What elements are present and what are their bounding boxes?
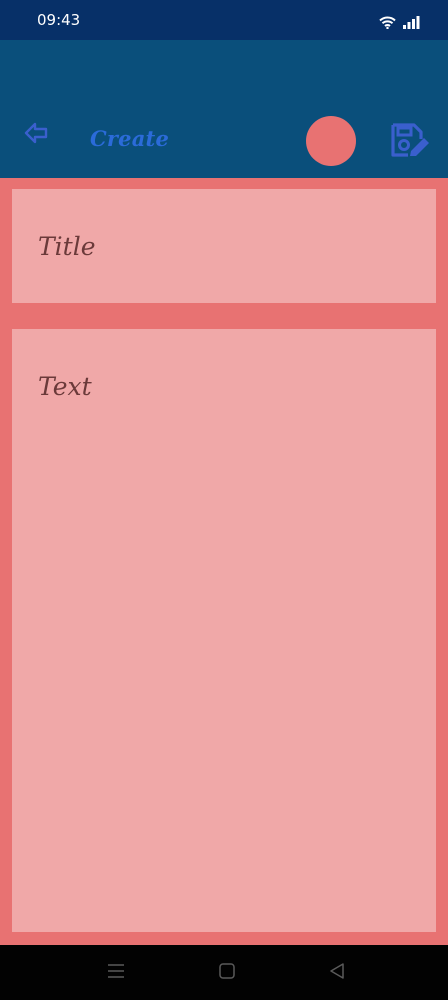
back-icon [329, 963, 345, 983]
save-button[interactable] [388, 121, 432, 161]
menu-icon [107, 963, 125, 983]
home-icon [219, 963, 235, 983]
signal-icon [402, 14, 420, 33]
status-icons [379, 14, 420, 33]
wifi-icon [379, 14, 396, 33]
system-navigation-bar [0, 945, 448, 1000]
save-note-icon [388, 123, 432, 165]
home-button[interactable] [216, 962, 238, 984]
note-editor: Title Text [0, 178, 448, 945]
color-picker-button[interactable] [306, 116, 356, 166]
page-title: Create [90, 126, 170, 151]
arrow-left-icon [23, 121, 49, 149]
app-bar [0, 40, 448, 178]
text-input[interactable]: Text [12, 329, 436, 932]
system-back-button[interactable] [326, 962, 348, 984]
text-placeholder: Text [38, 372, 92, 401]
title-placeholder: Title [38, 232, 96, 261]
recent-apps-button[interactable] [105, 962, 127, 984]
title-input[interactable]: Title [12, 189, 436, 303]
status-time: 09:43 [37, 11, 81, 29]
status-bar: 09:43 [0, 0, 448, 40]
back-button[interactable] [21, 120, 51, 150]
